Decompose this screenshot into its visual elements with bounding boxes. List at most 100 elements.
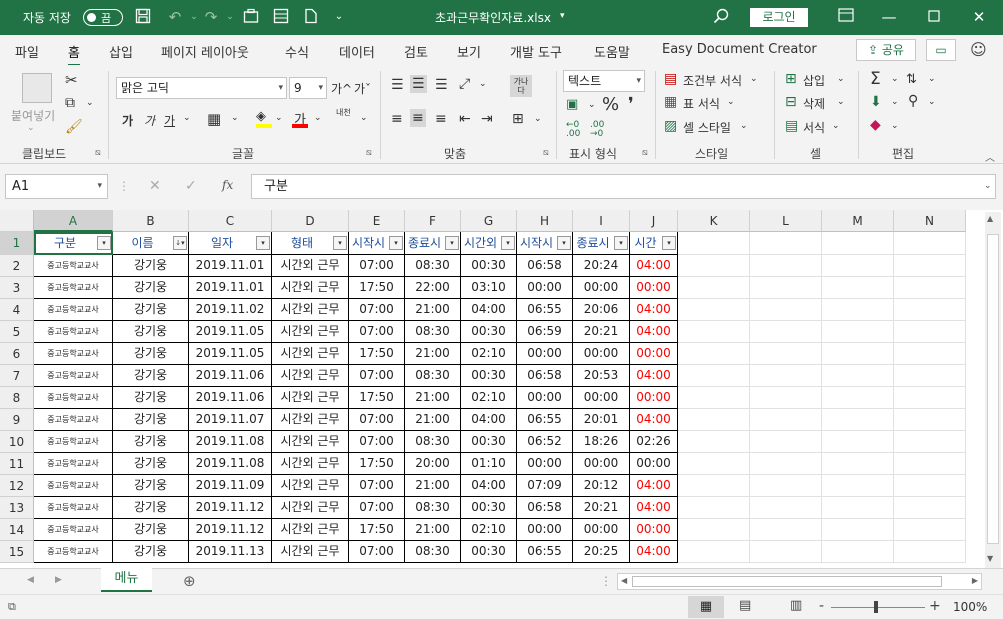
delete-cells-icon[interactable]: ⊟	[785, 94, 797, 110]
chevron-down-icon[interactable]: ⌄	[891, 74, 899, 84]
table-cell[interactable]: 강기웅	[113, 431, 189, 453]
column-header-B[interactable]: B	[113, 210, 189, 232]
table-cell[interactable]: 20:01	[573, 409, 630, 431]
empty-cell[interactable]	[678, 453, 750, 475]
table-cell[interactable]: 00:00	[630, 519, 678, 541]
clipboard-launcher-icon[interactable]: ⧅	[95, 148, 101, 158]
sheet-tab-menu[interactable]: 메뉴	[101, 568, 152, 592]
empty-cell[interactable]	[894, 541, 966, 563]
table-cell[interactable]: 07:00	[349, 299, 405, 321]
table-cell[interactable]: 22:00	[405, 277, 461, 299]
chevron-down-icon[interactable]: ⌄	[891, 121, 899, 131]
font-name-select[interactable]: 맑은 고딕 ▾	[116, 77, 287, 99]
next-sheet-icon[interactable]: ▶	[55, 575, 62, 585]
tab-7[interactable]: 보기	[457, 42, 481, 61]
align-center-icon[interactable]: ≡	[410, 109, 426, 127]
empty-cell[interactable]	[822, 453, 894, 475]
scroll-up-icon[interactable]: ▲	[987, 214, 993, 223]
empty-cell[interactable]	[894, 343, 966, 365]
table-cell[interactable]: 04:00	[461, 475, 517, 497]
empty-cell[interactable]	[894, 453, 966, 475]
chevron-down-icon[interactable]: ⌄	[928, 74, 936, 84]
autosave-toggle[interactable]: 끔	[83, 9, 123, 26]
table-cell[interactable]: 중고등학교교사	[34, 277, 113, 299]
table-cell[interactable]: 07:00	[349, 255, 405, 277]
header-cell[interactable]: 시간 ▾	[630, 232, 678, 255]
empty-cell[interactable]	[678, 541, 750, 563]
table-cell[interactable]: 04:00	[630, 475, 678, 497]
align-left-icon[interactable]: ≡	[391, 111, 403, 127]
select-all-corner[interactable]	[0, 210, 34, 232]
table-cell[interactable]: 중고등학교교사	[34, 299, 113, 321]
tab-3[interactable]: 페이지 레이아웃	[161, 42, 249, 61]
table-cell[interactable]: 00:00	[573, 343, 630, 365]
empty-cell[interactable]	[894, 475, 966, 497]
page-layout-view-icon[interactable]: ▤	[739, 598, 751, 613]
table-cell[interactable]: 07:00	[349, 365, 405, 387]
row-header[interactable]: 7	[0, 365, 34, 387]
table-cell[interactable]: 02:10	[461, 343, 517, 365]
empty-cell[interactable]	[750, 431, 822, 453]
empty-cell[interactable]	[678, 387, 750, 409]
table-cell[interactable]: 04:00	[630, 299, 678, 321]
vertical-scroll-thumb[interactable]	[987, 234, 999, 544]
decrease-indent-icon[interactable]: ⇤	[459, 111, 471, 127]
column-header-A[interactable]: A	[34, 210, 113, 232]
table-cell[interactable]: 21:00	[405, 387, 461, 409]
table-cell[interactable]: 강기웅	[113, 541, 189, 563]
tab-6[interactable]: 검토	[404, 42, 428, 61]
insert-function-icon[interactable]: fx	[222, 178, 233, 192]
table-cell[interactable]: 08:30	[405, 255, 461, 277]
table-cell[interactable]: 08:30	[405, 431, 461, 453]
empty-cell[interactable]	[822, 519, 894, 541]
chevron-down-icon[interactable]: ⌄	[727, 97, 735, 107]
minimize-icon[interactable]: —	[879, 8, 899, 26]
tab-4[interactable]: 수식	[285, 42, 309, 61]
table-cell[interactable]: 00:30	[461, 541, 517, 563]
empty-cell[interactable]	[894, 299, 966, 321]
chevron-down-icon[interactable]: ⌄	[837, 74, 845, 84]
table-cell[interactable]: 시간외 근무	[272, 343, 349, 365]
table-cell[interactable]: 중고등학교교사	[34, 497, 113, 519]
table-cell[interactable]: 21:00	[405, 475, 461, 497]
redo-icon[interactable]: ↷	[201, 8, 221, 26]
table-cell[interactable]: 시간외 근무	[272, 409, 349, 431]
empty-cell[interactable]	[822, 299, 894, 321]
table-cell[interactable]: 2019.11.07	[189, 409, 272, 431]
empty-cell[interactable]	[822, 365, 894, 387]
undo-icon[interactable]: ↶	[165, 8, 185, 26]
search-icon[interactable]	[711, 8, 731, 26]
empty-cell[interactable]	[750, 232, 822, 255]
chevron-down-icon[interactable]: ⌄	[740, 121, 748, 131]
table-cell[interactable]: 02:10	[461, 387, 517, 409]
table-cell[interactable]: 00:00	[573, 519, 630, 541]
table-cell[interactable]: 04:00	[461, 299, 517, 321]
align-right-icon[interactable]: ≡	[435, 111, 447, 127]
align-top-icon[interactable]: ☰	[391, 77, 404, 93]
format-as-table-icon[interactable]: ▦	[664, 94, 677, 110]
table-cell[interactable]: 00:00	[517, 453, 573, 475]
chevron-down-icon[interactable]: ⌄	[832, 121, 840, 131]
table-cell[interactable]: 02:10	[461, 519, 517, 541]
column-header-G[interactable]: G	[461, 210, 517, 232]
zoom-level[interactable]: 100%	[953, 600, 987, 614]
table-cell[interactable]: 시간외 근무	[272, 541, 349, 563]
close-icon[interactable]: ✕	[969, 8, 989, 26]
clear-icon[interactable]: ◆	[870, 117, 881, 133]
empty-cell[interactable]	[822, 321, 894, 343]
empty-cell[interactable]	[750, 497, 822, 519]
table-cell[interactable]: 00:30	[461, 431, 517, 453]
table-cell[interactable]: 20:12	[573, 475, 630, 497]
table-cell[interactable]: 06:58	[517, 365, 573, 387]
table-cell[interactable]: 시간외 근무	[272, 519, 349, 541]
qat-customize-icon[interactable]: ⌄	[329, 8, 349, 26]
collapse-ribbon-icon[interactable]: ︿	[985, 149, 995, 164]
cancel-icon[interactable]: ✕	[149, 178, 161, 194]
table-cell[interactable]: 00:00	[630, 453, 678, 475]
table-cell[interactable]: 강기웅	[113, 365, 189, 387]
table-cell[interactable]: 강기웅	[113, 453, 189, 475]
page-break-view-icon[interactable]: ▥	[790, 598, 802, 613]
row-header[interactable]: 13	[0, 497, 34, 519]
empty-cell[interactable]	[894, 409, 966, 431]
table-cell[interactable]: 00:00	[517, 277, 573, 299]
